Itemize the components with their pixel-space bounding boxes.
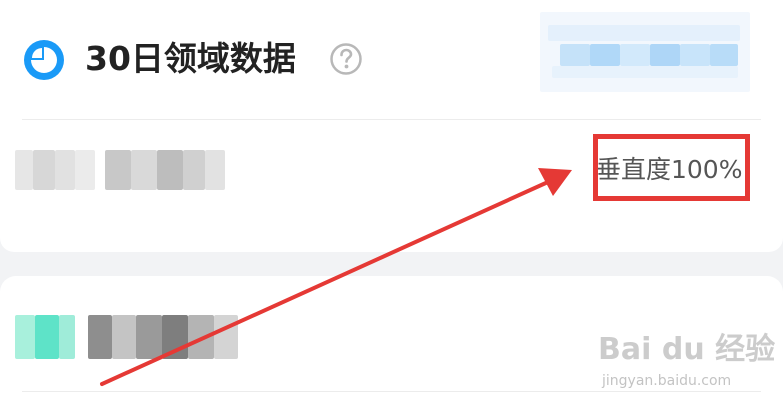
watermark-logo: Bai du 经验 bbox=[598, 332, 776, 367]
watermark-url: jingyan.baidu.com bbox=[602, 373, 732, 389]
watermark: Bai du 经验 jingyan.baidu.com bbox=[598, 330, 775, 410]
